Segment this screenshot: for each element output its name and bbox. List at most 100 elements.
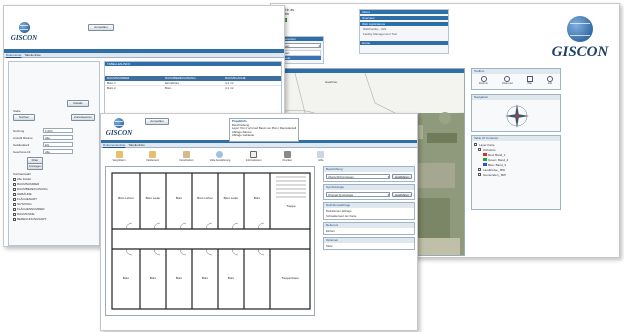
- room-label: Büro Leiter: [146, 196, 161, 200]
- floorplan-map[interactable]: Büro Lehrer Büro Leiter Büro Treppe Büro…: [105, 166, 315, 316]
- room-label: Büro: [254, 196, 261, 200]
- tool-pan[interactable]: Pan: [526, 76, 533, 85]
- field-nutzung[interactable]: 1,024: [43, 128, 73, 133]
- field-geschoss[interactable]: Alle: [43, 149, 73, 154]
- section-symbologie: Symbolologie Original-Symbologie ▾ Ausfüh…: [323, 184, 415, 200]
- search-button[interactable]: Suchen: [13, 114, 35, 121]
- room-label: Büro: [123, 276, 130, 280]
- checklist-item-label: Alle Felder: [17, 177, 32, 181]
- label-select[interactable]: Überschrift Anzeigen ▾: [326, 174, 390, 179]
- checkbox[interactable]: [478, 148, 481, 151]
- room-label: Büro: [150, 276, 157, 280]
- toc-item-label: Blue: Band_3: [488, 162, 507, 167]
- tool-zoom-out-label: Zoom out: [502, 82, 513, 85]
- show-button[interactable]: Anzeigen: [27, 163, 43, 170]
- chevron-down-icon: ▾: [318, 44, 320, 48]
- tool-zoom-out[interactable]: Verkleinern: [139, 151, 167, 162]
- room-label: Büro Leiter: [224, 196, 239, 200]
- checklist-item-label: RAUMBEZEICHNUNG: [17, 187, 48, 191]
- tool-info[interactable]: Info: [546, 76, 553, 85]
- reference-text: Einheit: [326, 229, 335, 233]
- checkbox[interactable]: [474, 143, 477, 146]
- giscon-logo-text: GISCON: [105, 129, 133, 137]
- toc-panel: Table Of Contents Layer Karte Orthofoto …: [471, 135, 561, 210]
- tab-tabellenliste[interactable]: Tabellenliste: [24, 53, 41, 57]
- checkbox[interactable]: [478, 168, 481, 171]
- symbology-select[interactable]: Original-Symbologie ▾: [326, 192, 390, 197]
- floorplan-application-window: GISCON Anmelden Dokumentenliste Tabellen…: [100, 113, 418, 331]
- tool-label: Hilfe: [318, 159, 324, 162]
- tool-label: Verkleinern: [146, 159, 160, 162]
- tool-label: Verschieben: [179, 159, 194, 162]
- reset-button[interactable]: Zurücksetzen: [71, 114, 95, 121]
- field-anzahl[interactable]: Alle: [43, 135, 73, 140]
- filter-column: Details Stelle Suchen Zurücksetzen Nutzu…: [8, 61, 100, 246]
- checkbox[interactable]: [13, 177, 16, 181]
- login-button[interactable]: Anmelden: [88, 24, 114, 31]
- globe-icon: [114, 118, 124, 128]
- checkbox[interactable]: [13, 202, 16, 206]
- checkbox[interactable]: [478, 173, 481, 176]
- tool-full-extent[interactable]: Volle Ausdehnung: [206, 151, 234, 162]
- globe-icon: [567, 16, 593, 42]
- checklist-item-label: GEBÄUDE: [17, 192, 32, 196]
- section-definition: Definitionsabfrage Definitionen-Abfrage …: [323, 202, 415, 220]
- section-optionen: Optionen Stufe: [323, 237, 415, 250]
- label-select-value: Überschrift Anzeigen: [328, 175, 354, 179]
- table-row[interactable]: Büro 2 Büro 4,1 m²: [105, 86, 281, 91]
- toolbox-title: Toolbox: [472, 69, 560, 74]
- checkbox[interactable]: [13, 182, 16, 186]
- tool-pan[interactable]: Verschieben: [172, 151, 200, 162]
- tab-dokumentenliste[interactable]: Dokumentenliste: [103, 143, 125, 147]
- table-cell: Büro 2: [107, 86, 116, 90]
- screenshot-collage: Logged in as k.Guenter About Overview We…: [0, 0, 624, 332]
- room-label: Treppenhaus: [281, 276, 299, 280]
- checkbox[interactable]: [13, 217, 16, 221]
- details-button[interactable]: Details: [67, 100, 89, 107]
- room-label: Büro: [176, 196, 183, 200]
- nav-header-about[interactable]: About: [360, 10, 448, 14]
- toc-item-gemeinden[interactable]: Gemeinden_ BW: [474, 172, 558, 177]
- tool-zoom-in[interactable]: Zoom in: [479, 76, 488, 85]
- field-gebaeudeteil-value: EG: [45, 143, 50, 147]
- field-gebaeudeteil[interactable]: EG: [43, 142, 73, 147]
- field-label-nutzung: Nutzung: [13, 129, 25, 133]
- room-label: Treppe: [286, 204, 296, 208]
- nav-header-overview[interactable]: Overview: [360, 16, 448, 20]
- blue-swatch: [483, 163, 487, 166]
- table-cell: Einzelbüro: [165, 81, 180, 85]
- table-cell: 4,1 m²: [225, 86, 234, 90]
- app-line-2[interactable]: Facility Management Tool: [360, 32, 448, 36]
- layer-settings-panel: Beschriftung Überschrift Anzeigen ▾ Ausfü…: [323, 166, 415, 266]
- checkbox[interactable]: [13, 207, 16, 211]
- checklist-item[interactable]: BERECHNUNGSART: [13, 217, 95, 222]
- nav-header-home[interactable]: Home: [360, 41, 448, 45]
- tab-tabellenliste[interactable]: Tabellenliste: [128, 143, 145, 147]
- checkbox[interactable]: [13, 212, 16, 216]
- apply-button[interactable]: Ausführen: [392, 192, 412, 197]
- login-button[interactable]: Anmelden: [145, 118, 169, 125]
- tool-info[interactable]: Informationen: [240, 151, 268, 162]
- checkbox[interactable]: [13, 192, 16, 196]
- room-label: Büro: [228, 276, 235, 280]
- help-icon: [317, 151, 325, 158]
- checkbox[interactable]: [13, 197, 16, 201]
- tool-zoom-in[interactable]: Vergrößern: [105, 151, 133, 162]
- apply-button[interactable]: Ausführen: [392, 174, 412, 179]
- tool-print[interactable]: Drucken: [273, 151, 301, 162]
- tool-zoom-out[interactable]: Zoom out: [502, 76, 513, 85]
- popup-line: Abfrage Gebäude: [232, 133, 255, 137]
- toc-item-label: Landkreise_ BW: [483, 167, 506, 172]
- tool-zoom-in-label: Zoom in: [479, 82, 489, 85]
- tab-dokumente[interactable]: Dokumente: [6, 53, 21, 57]
- printer-icon: [283, 151, 291, 158]
- tool-pan-label: Pan: [527, 82, 533, 85]
- floorplan-canvas[interactable]: Büro Lehrer Büro Leiter Büro Treppe Büro…: [106, 167, 315, 316]
- checkbox[interactable]: [13, 187, 16, 191]
- tool-help[interactable]: Hilfe: [307, 151, 335, 162]
- room-label: Büro: [176, 276, 183, 280]
- map-toolbar: Vergrößern Verkleinern Verschieben Volle…: [105, 151, 335, 162]
- chevron-down-icon: ▾: [387, 193, 389, 197]
- toolbox-panel: Toolbox Zoom in Zoom out Pan Info: [471, 68, 561, 90]
- compass-rose-icon[interactable]: [472, 100, 562, 132]
